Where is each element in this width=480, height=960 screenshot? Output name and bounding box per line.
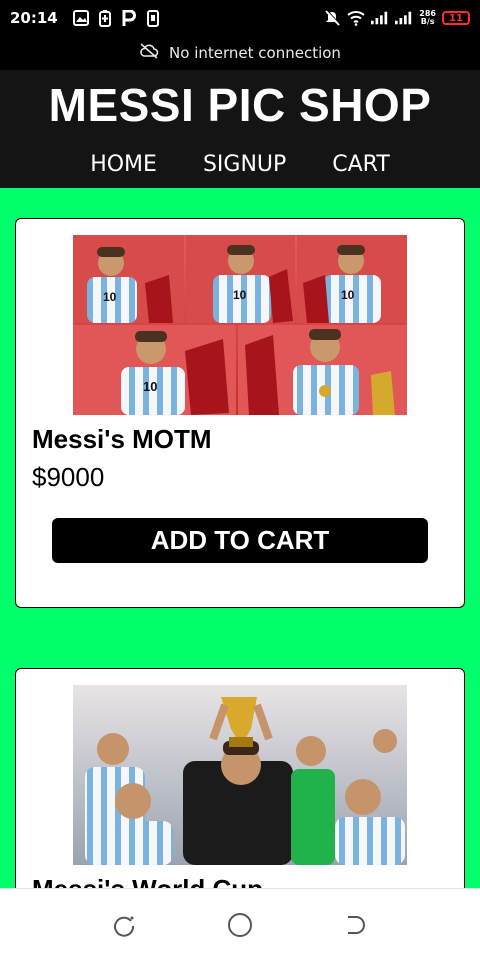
wifi-icon — [347, 9, 365, 27]
svg-text:10: 10 — [143, 379, 157, 394]
back-icon[interactable] — [342, 911, 370, 939]
system-icons: 286 B/s 11 — [323, 9, 470, 27]
cloud-off-icon — [139, 43, 159, 63]
gallery-icon — [72, 9, 90, 27]
network-speed-unit: B/s — [420, 17, 435, 26]
site-header: MESSI PIC SHOP HOME SIGNUP CART — [0, 70, 480, 188]
system-navigation-bar — [0, 888, 480, 960]
parking-app-icon — [120, 9, 138, 27]
home-icon[interactable] — [226, 911, 254, 939]
product-card: Messi's World Cup — [15, 668, 465, 888]
sim-card-icon — [144, 9, 162, 27]
network-speed: 286 B/s — [419, 10, 436, 26]
main-nav: HOME SIGNUP CART — [0, 152, 480, 177]
svg-text:10: 10 — [341, 288, 355, 302]
nav-home-link[interactable]: HOME — [90, 152, 157, 177]
site-title: MESSI PIC SHOP — [48, 79, 432, 131]
status-time: 20:14 — [10, 9, 58, 27]
product-name: Messi's World Cup — [32, 874, 263, 888]
svg-text:10: 10 — [103, 290, 117, 304]
muted-bell-icon — [323, 9, 341, 27]
recents-icon[interactable] — [110, 911, 138, 939]
product-image[interactable]: 10 10 10 10 — [73, 235, 407, 415]
status-bar: 20:14 286 B/s 11 — [0, 0, 480, 36]
connection-banner: No internet connection — [0, 36, 480, 70]
nav-signup-link[interactable]: SIGNUP — [203, 152, 286, 177]
product-image[interactable] — [73, 685, 407, 865]
notification-icons — [72, 9, 162, 27]
svg-text:10: 10 — [233, 288, 247, 302]
connection-banner-text: No internet connection — [169, 44, 341, 62]
product-name: Messi's MOTM — [32, 424, 212, 454]
product-list: 10 10 10 10 Messi's MOTM $9000 ADD TO CA… — [0, 188, 480, 888]
product-price: $9000 — [32, 462, 105, 492]
battery-indicator: 11 — [442, 11, 470, 25]
product-card: 10 10 10 10 Messi's MOTM $9000 ADD TO CA… — [15, 218, 465, 608]
signal-icon — [371, 9, 389, 27]
add-to-cart-button[interactable]: ADD TO CART — [52, 518, 428, 563]
signal-icon — [395, 9, 413, 27]
battery-saver-icon — [96, 9, 114, 27]
nav-cart-link[interactable]: CART — [332, 152, 390, 177]
